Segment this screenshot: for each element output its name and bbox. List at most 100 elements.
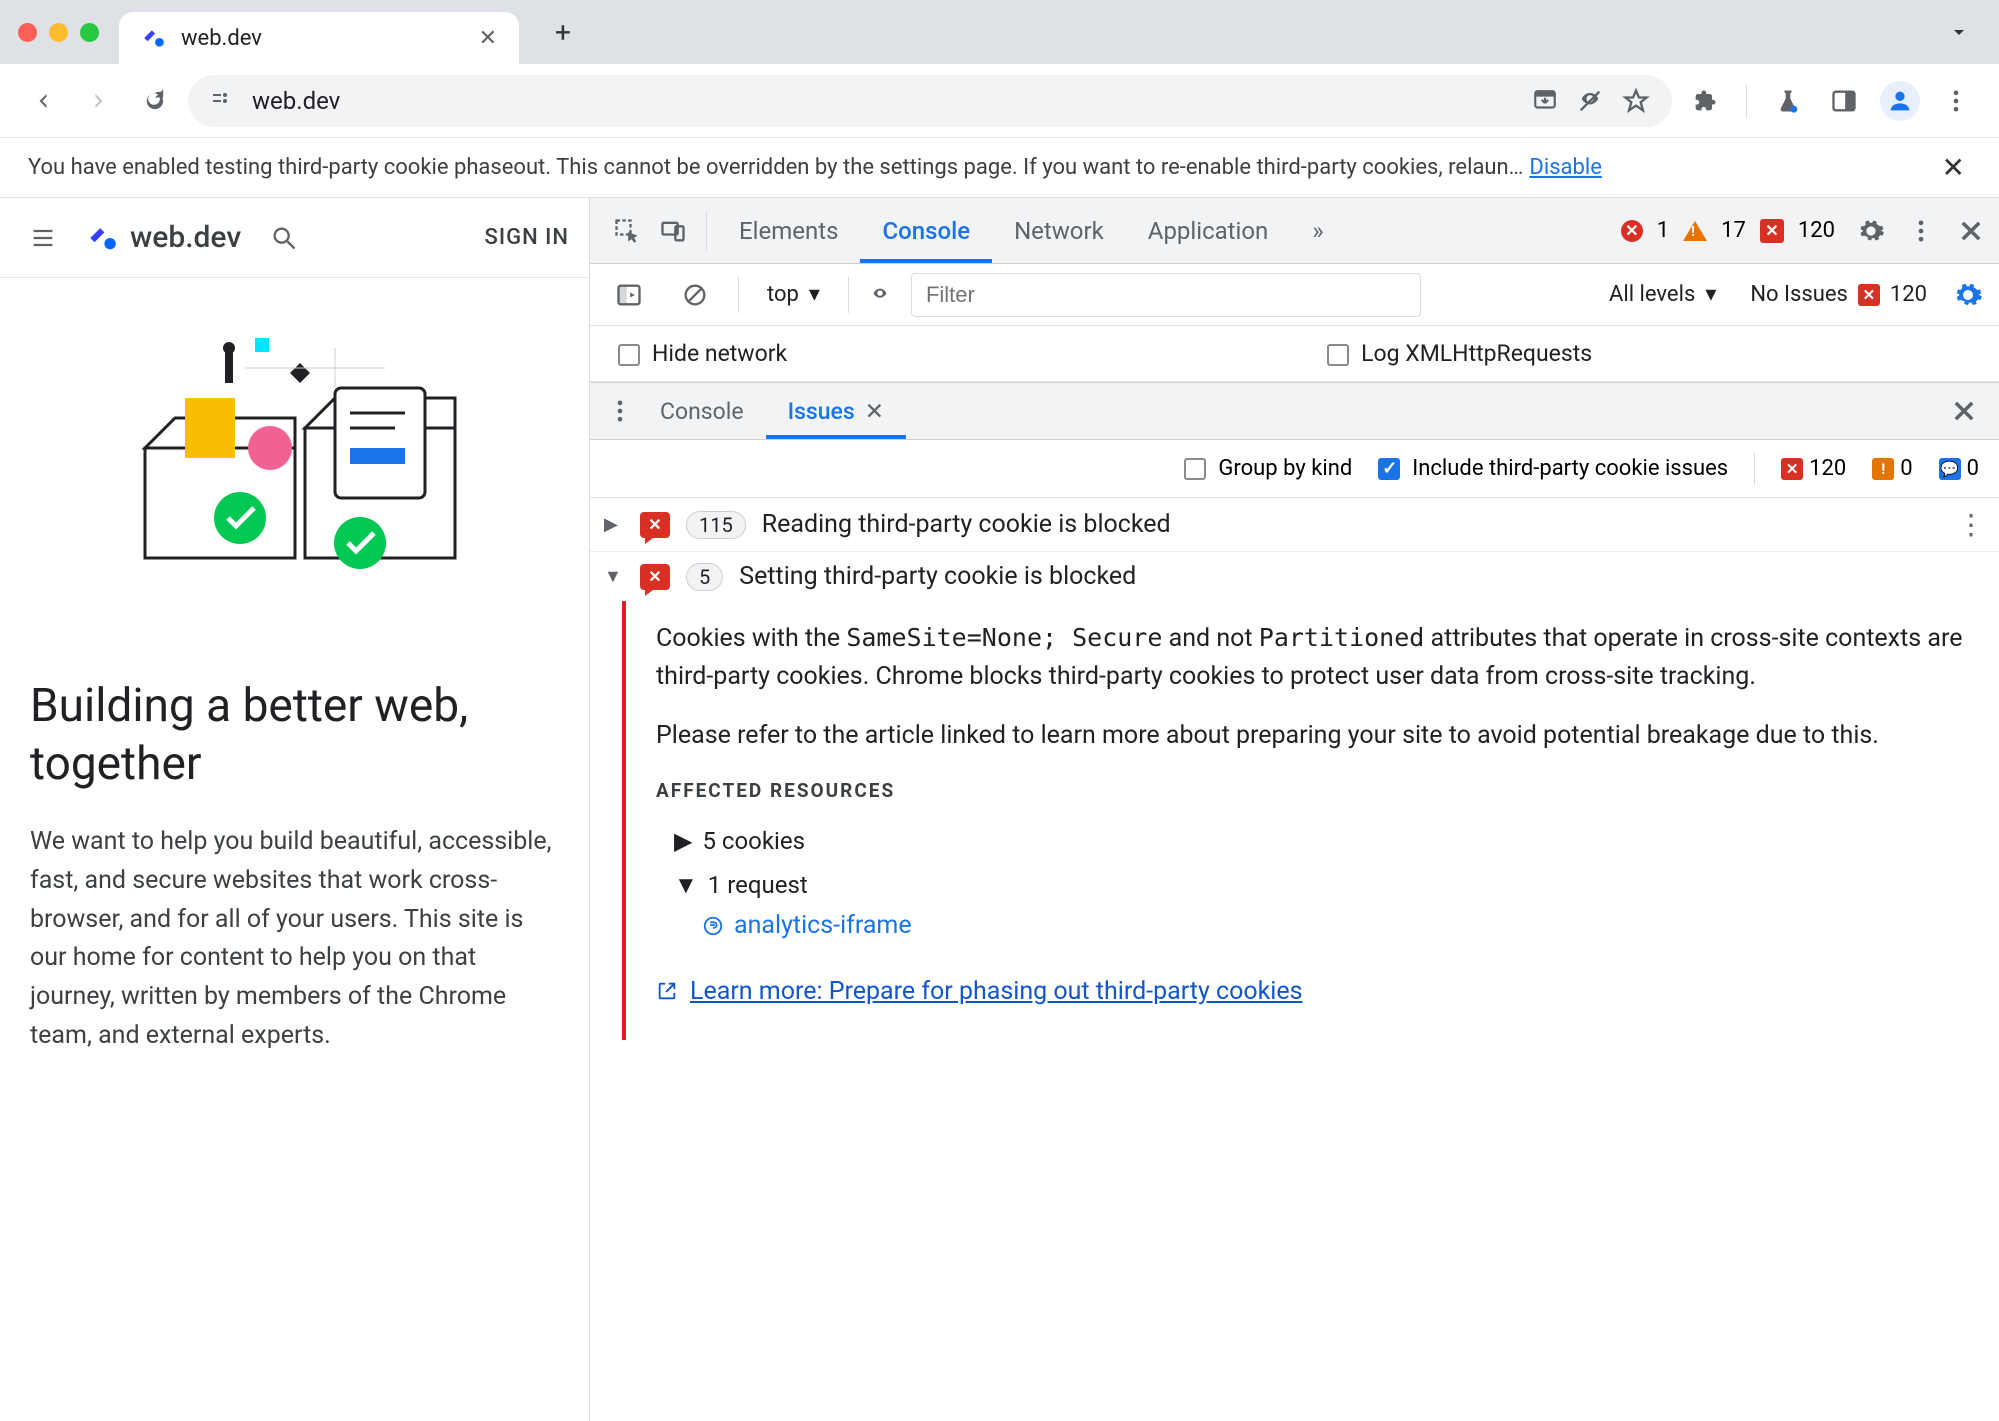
- page-viewport: web.dev SIGN IN: [0, 198, 590, 1421]
- tab-console[interactable]: Console: [860, 198, 992, 263]
- include-3p-checkbox[interactable]: Include third-party cookie issues: [1378, 456, 1728, 481]
- toolbar-divider: [1746, 84, 1747, 118]
- device-toolbar-icon[interactable]: [650, 208, 696, 254]
- info-bar-close-icon[interactable]: ✕: [1936, 151, 1971, 184]
- issue-description-1: Cookies with the SameSite=None; Secure a…: [656, 619, 1975, 695]
- console-settings-gear-icon[interactable]: [1953, 280, 1983, 310]
- expand-icon[interactable]: ▶: [604, 514, 624, 535]
- flag-blue[interactable]: 💬0: [1939, 456, 1979, 481]
- maximize-window-button[interactable]: [80, 23, 99, 42]
- collapse-icon[interactable]: ▼: [604, 566, 624, 587]
- settings-gear-icon[interactable]: [1857, 217, 1885, 245]
- chrome-menu-button[interactable]: [1933, 78, 1979, 124]
- issue-menu-icon[interactable]: ⋮: [1957, 508, 1985, 541]
- issue-counts[interactable]: ✕1 17 ✕120: [1621, 218, 1835, 243]
- chevron-down-icon: ▾: [1705, 282, 1716, 307]
- site-settings-icon[interactable]: [210, 89, 234, 113]
- affected-cookies-row[interactable]: ▶ 5 cookies: [656, 819, 1975, 863]
- devtools-close-icon[interactable]: [1957, 217, 1985, 245]
- issue-title: Setting third-party cookie is blocked: [739, 562, 1136, 591]
- side-panel-button[interactable]: [1821, 78, 1867, 124]
- warning-badge-icon: [1683, 221, 1707, 241]
- issue-severity-icon: ✕: [640, 564, 670, 590]
- issue-row-reading[interactable]: ▶ ✕ 115 Reading third-party cookie is bl…: [590, 498, 1999, 552]
- labs-button[interactable]: [1765, 78, 1811, 124]
- external-link-icon: [656, 980, 678, 1002]
- issue-row-setting[interactable]: ▼ ✕ 5 Setting third-party cookie is bloc…: [590, 552, 1999, 601]
- divider: [706, 211, 707, 251]
- minimize-window-button[interactable]: [49, 23, 68, 42]
- include-3p-label: Include third-party cookie issues: [1412, 456, 1728, 481]
- expand-icon[interactable]: ▶: [674, 823, 692, 859]
- drawer-tab-console[interactable]: Console: [638, 383, 766, 439]
- tracking-protection-icon[interactable]: [1576, 87, 1604, 115]
- inspect-element-icon[interactable]: [604, 208, 650, 254]
- no-issues-count: 120: [1890, 282, 1927, 307]
- tab-application[interactable]: Application: [1126, 198, 1291, 263]
- site-search-icon[interactable]: [261, 215, 307, 261]
- drawer-close-icon[interactable]: [1941, 388, 1987, 434]
- affected-cookies-label: 5 cookies: [702, 823, 805, 859]
- issues-toolbar: Group by kind Include third-party cookie…: [590, 440, 1999, 498]
- reload-button[interactable]: [132, 78, 178, 124]
- console-sidebar-toggle-icon[interactable]: [606, 272, 652, 318]
- close-tab-icon[interactable]: ✕: [479, 26, 497, 51]
- tab-title: web.dev: [181, 26, 262, 51]
- install-app-icon[interactable]: [1532, 88, 1558, 114]
- error-count: 1: [1657, 218, 1669, 243]
- bookmark-star-icon[interactable]: [1622, 87, 1650, 115]
- drawer-tab-close-icon[interactable]: ✕: [865, 398, 884, 425]
- flag-orange[interactable]: !0: [1872, 456, 1912, 481]
- log-xhr-checkbox[interactable]: Log XMLHttpRequests: [1327, 340, 1592, 367]
- tab-overflow-icon[interactable]: »: [1290, 198, 1345, 263]
- chevron-down-icon: ▾: [809, 282, 820, 307]
- console-settings-row: Hide network Log XMLHttpRequests: [590, 326, 1999, 382]
- hide-network-label: Hide network: [652, 340, 787, 367]
- flag-red[interactable]: ✕120: [1781, 456, 1846, 481]
- devtools-menu-icon[interactable]: [1907, 217, 1935, 245]
- browser-tab-active[interactable]: web.dev ✕: [119, 12, 519, 64]
- sign-in-link[interactable]: SIGN IN: [485, 225, 569, 250]
- issues-indicator[interactable]: No Issues ✕ 120: [1750, 282, 1927, 307]
- context-selector[interactable]: top ▾: [759, 282, 828, 307]
- collapse-icon[interactable]: ▼: [674, 867, 698, 903]
- learn-more-text: Learn more: Prepare for phasing out thir…: [690, 973, 1303, 1011]
- hide-network-checkbox[interactable]: Hide network: [618, 340, 787, 367]
- affected-request-name: analytics-iframe: [734, 907, 912, 945]
- drawer-tab-issues[interactable]: Issues ✕: [766, 383, 906, 439]
- context-value: top: [767, 282, 799, 307]
- issue-title: Reading third-party cookie is blocked: [762, 510, 1171, 539]
- log-levels-selector[interactable]: All levels ▾: [1601, 282, 1724, 307]
- no-issues-label: No Issues: [1750, 282, 1848, 307]
- address-bar[interactable]: web.dev: [188, 75, 1672, 127]
- hamburger-menu-icon[interactable]: [20, 215, 66, 261]
- drawer-menu-icon[interactable]: [602, 388, 638, 434]
- tab-network[interactable]: Network: [992, 198, 1126, 263]
- group-by-kind-label: Group by kind: [1218, 456, 1352, 481]
- site-logo[interactable]: web.dev: [86, 220, 241, 255]
- new-tab-button[interactable]: +: [541, 10, 585, 54]
- extensions-button[interactable]: [1682, 78, 1728, 124]
- affected-requests-row[interactable]: ▼1 request: [656, 863, 1975, 907]
- divider: [1754, 453, 1755, 485]
- close-window-button[interactable]: [18, 23, 37, 42]
- devtools-panel: Elements Console Network Application » ✕…: [590, 198, 1999, 1421]
- clear-console-icon[interactable]: [672, 272, 718, 318]
- levels-label: All levels: [1609, 282, 1695, 307]
- console-filter-input[interactable]: [911, 273, 1421, 317]
- tab-elements[interactable]: Elements: [717, 198, 860, 263]
- issue-badge-icon: ✕: [1760, 219, 1784, 243]
- drawer-tab-issues-label: Issues: [788, 398, 855, 425]
- info-bar-disable-link[interactable]: Disable: [1529, 155, 1601, 180]
- back-button[interactable]: [20, 78, 66, 124]
- learn-more-link[interactable]: Learn more: Prepare for phasing out thir…: [656, 973, 1975, 1011]
- tabs-menu-button[interactable]: [1937, 10, 1981, 54]
- live-expression-eye-icon[interactable]: [869, 284, 891, 306]
- group-by-kind-checkbox[interactable]: Group by kind: [1184, 456, 1352, 481]
- profile-button[interactable]: [1877, 78, 1923, 124]
- console-toolbar: top ▾ All levels ▾ No Issues ✕ 120: [590, 264, 1999, 326]
- affected-request-link[interactable]: analytics-iframe: [656, 907, 1975, 945]
- issue-severity-icon: ✕: [640, 512, 670, 538]
- forward-button[interactable]: [76, 78, 122, 124]
- issue-count-pill: 115: [686, 511, 746, 539]
